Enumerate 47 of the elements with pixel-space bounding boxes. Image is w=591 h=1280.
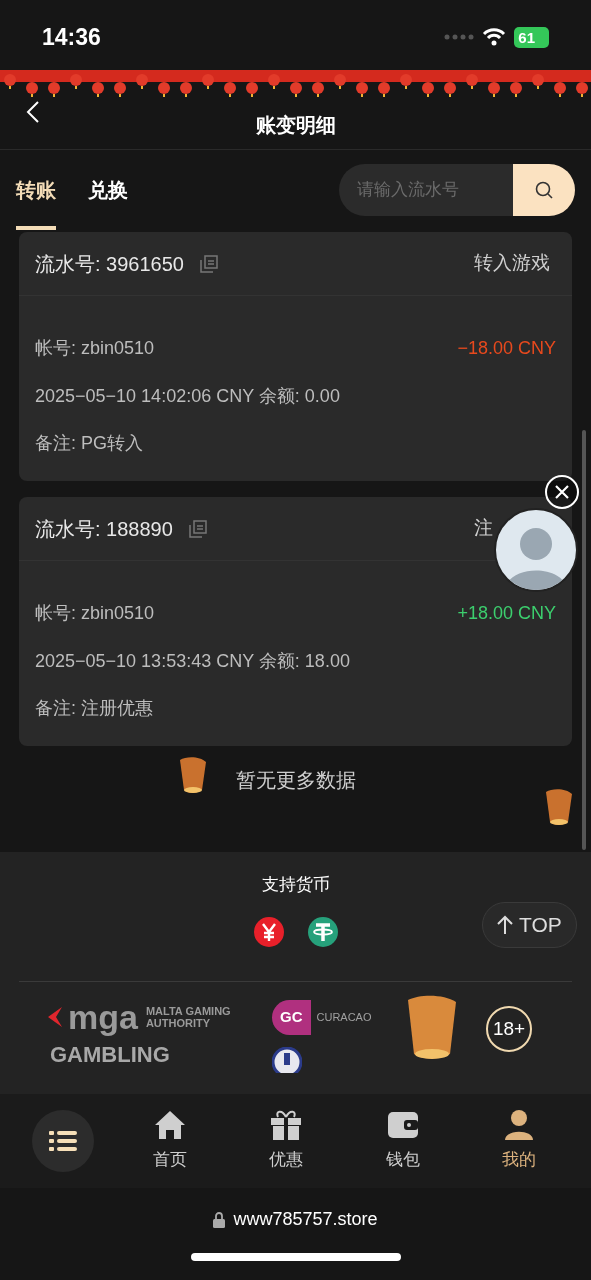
note-text: 备注: 注册优惠 [35, 697, 154, 720]
copy-icon[interactable] [200, 254, 218, 273]
tether-coin-icon [306, 915, 339, 948]
note-text: 备注: PG转入 [35, 432, 144, 455]
transaction-type: 注 [474, 516, 494, 541]
search-field[interactable]: 请输入流水号 [339, 164, 513, 216]
url-text: www785757.store [233, 1208, 378, 1231]
amount-text: −18.00 CNY [457, 337, 556, 360]
account-text: 帐号: zbin0510 [35, 602, 155, 625]
tab[interactable]: 兑换 [88, 150, 128, 230]
wifi-icon [482, 28, 507, 46]
nav-tab[interactable]: 钱包 [362, 1109, 443, 1173]
transaction-type: 转入游戏 [474, 251, 551, 276]
search-button[interactable] [513, 164, 575, 216]
gambling-commission-logo: GAMBLING [50, 1044, 171, 1066]
arrow-up-icon [497, 915, 513, 935]
status-time: 14:36 [42, 22, 101, 52]
serial-number: 流水号: 3961650 [35, 251, 184, 277]
copy-icon[interactable] [188, 519, 207, 538]
yuan-coin-icon [252, 915, 285, 948]
lock-icon [213, 1211, 226, 1228]
mga-logo-text: mga [68, 1000, 138, 1034]
gift-icon [269, 1109, 304, 1142]
back-icon[interactable] [26, 100, 40, 124]
nav-tab[interactable]: 首页 [130, 1109, 211, 1173]
nav-tab[interactable]: 优惠 [246, 1109, 327, 1173]
search-icon [534, 180, 554, 200]
amount-text: +18.00 CNY [457, 602, 556, 625]
seal-logo-icon [272, 1046, 302, 1073]
time-balance-text: 2025−05−10 13:53:43 CNY 余额: 18.00 [35, 650, 351, 673]
no-more-data-text: 暂无更多数据 [235, 768, 356, 793]
menu-icon [49, 1129, 78, 1153]
battery-level: 61 [514, 26, 549, 48]
signal-icon [444, 34, 475, 40]
account-text: 帐号: zbin0510 [35, 337, 155, 360]
close-icon [555, 485, 569, 499]
page-title: 账变明细 [255, 112, 336, 138]
currency-title: 支持货币 [261, 874, 330, 896]
age-limit-badge: 18+ [486, 1006, 532, 1052]
serial-number: 流水号: 188890 [35, 516, 173, 542]
time-balance-text: 2025−05−10 14:02:06 CNY 余额: 0.00 [35, 385, 341, 408]
curacao-caption: CURACAO [316, 1010, 372, 1025]
close-button[interactable] [545, 475, 579, 509]
back-to-top-button[interactable]: TOP [482, 902, 577, 948]
nav-tab[interactable]: 我的 [478, 1109, 559, 1173]
gc-logo: GC [272, 1000, 311, 1035]
mga-caption: MALTA GAMING AUTHORITY [145, 1005, 232, 1029]
